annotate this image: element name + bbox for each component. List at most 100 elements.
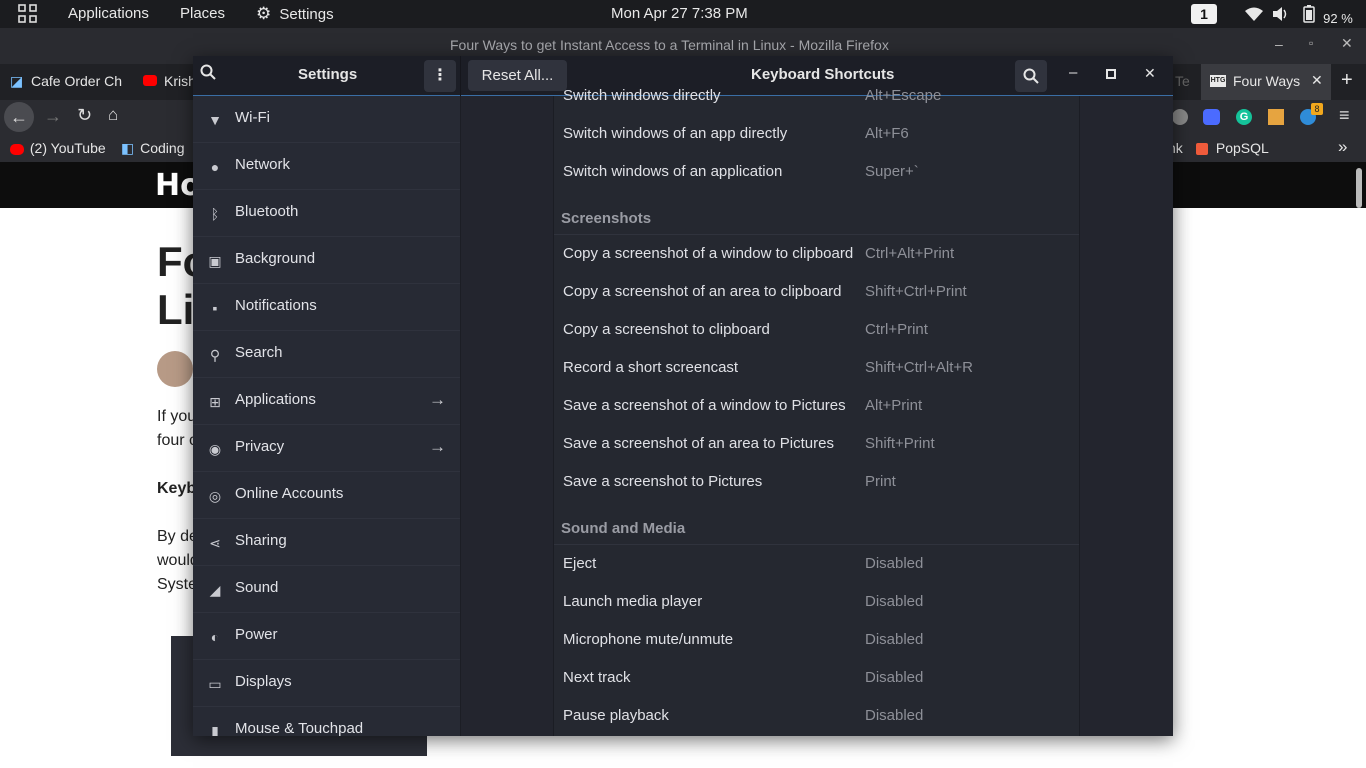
bookmark-coding[interactable]: ◧ Coding — [121, 140, 185, 157]
hamburger-menu-icon[interactable]: ≡ — [1339, 105, 1350, 126]
shortcut-row[interactable]: Eject Disabled — [554, 545, 1079, 583]
places-menu[interactable]: Places — [180, 0, 225, 28]
shortcut-row[interactable]: Switch windows directly Alt+Escape — [554, 77, 1079, 115]
sidebar-item-notifications[interactable]: ▪ Notifications — [193, 284, 460, 331]
back-button[interactable]: ← — [4, 102, 34, 132]
shortcut-name: Eject — [563, 555, 597, 572]
shortcut-row[interactable]: Copy a screenshot to clipboard Ctrl+Prin… — [554, 311, 1079, 349]
shortcut-row[interactable]: Launch media player Disabled — [554, 583, 1079, 621]
more-bookmarks-icon[interactable]: » — [1338, 137, 1347, 157]
clock[interactable]: Mon Apr 27 7:38 PM — [611, 0, 748, 28]
battery-indicator[interactable]: 92 % — [1303, 0, 1353, 28]
sidebar-item-background[interactable]: ▣ Background — [193, 237, 460, 284]
shortcut-row[interactable]: Record a short screencast Shift+Ctrl+Alt… — [554, 349, 1079, 387]
sidebar-item-mouse-touchpad[interactable]: ▮ Mouse & Touchpad — [193, 707, 460, 736]
shortcut-row[interactable]: Pause playback Disabled — [554, 697, 1079, 735]
shortcut-name: Copy a screenshot of a window to clipboa… — [563, 245, 854, 262]
shortcut-name: Launch media player — [563, 593, 703, 610]
new-tab-button[interactable]: + — [1341, 69, 1353, 92]
sidebar-item-label: Online Accounts — [235, 485, 344, 502]
applications-menu[interactable]: Applications — [68, 0, 149, 28]
section-heading-screenshots: Screenshots — [561, 210, 652, 227]
tab-label: Krish — [164, 73, 196, 89]
sidebar-item-wifi[interactable]: ▼ Wi-Fi — [193, 96, 460, 143]
sidebar-search-button[interactable] — [200, 64, 216, 85]
extension-count-badge: 8 — [1311, 103, 1323, 115]
sidebar-item-displays[interactable]: ▭ Displays — [193, 660, 460, 707]
ff-maximize-button[interactable]: ▫ — [1309, 36, 1313, 50]
tab-terminal[interactable]: Te — [1173, 64, 1201, 100]
reset-all-button[interactable]: Reset All... — [468, 60, 567, 91]
shortcut-name: Save a screenshot to Pictures — [563, 473, 763, 490]
bookmark-popsql[interactable]: PopSQL — [1196, 140, 1269, 156]
settings-app-label: Settings — [279, 6, 334, 23]
network-icon: ● — [210, 159, 220, 175]
sidebar-item-power[interactable]: ◐ Power — [193, 613, 460, 660]
shortcut-name: Record a short screencast — [563, 359, 739, 376]
sidebar-item-label: Bluetooth — [235, 203, 299, 220]
account-icon[interactable] — [1172, 109, 1188, 125]
reload-button[interactable]: ↻ — [77, 105, 92, 126]
tab-four-ways-active[interactable]: HTG Four Ways ✕ — [1201, 64, 1331, 100]
article-title-line-2: Li — [157, 286, 195, 333]
sidebar-item-sound[interactable]: ◢ Sound — [193, 566, 460, 613]
wifi-status-icon[interactable] — [1244, 0, 1264, 28]
sidebar-item-network[interactable]: ● Network — [193, 143, 460, 190]
home-button[interactable]: ⌂ — [108, 105, 118, 125]
shortcut-row[interactable]: Copy a screenshot of a window to clipboa… — [554, 235, 1079, 273]
shortcut-row[interactable]: Save a screenshot of a window to Picture… — [554, 387, 1079, 425]
sidebar-item-privacy[interactable]: ◉ Privacy → — [193, 425, 460, 472]
shortcut-row[interactable]: Switch windows of an application Super+` — [554, 153, 1079, 191]
header-divider — [460, 56, 461, 96]
shortcut-keys: Disabled — [865, 555, 924, 572]
sidebar-item-label: Network — [235, 156, 291, 173]
shortcut-row[interactable]: Switch windows of an app directly Alt+F6 — [554, 115, 1079, 153]
article-text: Syste — [157, 576, 198, 593]
sidebar-item-sharing[interactable]: ⋖ Sharing — [193, 519, 460, 566]
sidebar-item-label: Power — [235, 626, 278, 643]
extension-icon[interactable] — [1268, 109, 1284, 125]
maximize-button[interactable] — [1106, 69, 1116, 79]
article-subheading: Keyb — [157, 480, 197, 497]
settings-app-menu[interactable]: ⚙ Settings — [256, 0, 334, 28]
volume-icon[interactable] — [1272, 0, 1290, 28]
shortcut-row[interactable]: Save a screenshot of an area to Pictures… — [554, 425, 1079, 463]
forward-button[interactable]: → — [44, 106, 62, 127]
battery-percent: 92 % — [1323, 11, 1353, 26]
workspace-badge: 1 — [1191, 4, 1217, 24]
grammarly-icon[interactable]: G — [1236, 109, 1252, 125]
shortcut-keys: Ctrl+Print — [865, 321, 928, 338]
workspace-indicator[interactable]: 1 — [1191, 0, 1217, 28]
sidebar-item-online-accounts[interactable]: ◎ Online Accounts — [193, 472, 460, 519]
sidebar-item-search[interactable]: ⚲ Search — [193, 331, 460, 378]
author-avatar[interactable] — [157, 351, 193, 387]
arrow-right-icon: → — [429, 390, 446, 409]
sidebar-item-bluetooth[interactable]: ᛒ Bluetooth — [193, 190, 460, 237]
privacy-icon: ◉ — [208, 441, 222, 457]
bookmark-youtube[interactable]: (2) YouTube — [10, 140, 106, 156]
top-panel: Applications Places ⚙ Settings Mon Apr 2… — [0, 0, 1366, 28]
shortcut-row[interactable]: Save a screenshot to Pictures Print — [554, 463, 1079, 501]
battery-icon — [1303, 5, 1315, 23]
tab-youtube[interactable]: Krish — [136, 64, 196, 100]
youtube-icon — [143, 75, 157, 86]
close-tab-icon[interactable]: ✕ — [1311, 72, 1323, 89]
app-grid-icon[interactable] — [18, 0, 38, 28]
sidebar-item-applications[interactable]: ⊞ Applications → — [193, 378, 460, 425]
zoom-extension-icon[interactable] — [1203, 109, 1220, 125]
shortcut-keys: Alt+Print — [865, 397, 923, 414]
sidebar-title: Settings — [298, 66, 358, 83]
shortcut-row[interactable]: Microphone mute/unmute Disabled — [554, 621, 1079, 659]
youtube-icon — [10, 143, 24, 155]
sidebar-item-label: Displays — [235, 673, 292, 690]
sidebar-item-label: Privacy — [235, 438, 285, 455]
page-scrollbar[interactable] — [1356, 168, 1362, 208]
ff-minimize-button[interactable]: – — [1275, 36, 1283, 52]
shortcut-row[interactable]: Next track Disabled — [554, 659, 1079, 697]
search-icon: ⚲ — [209, 347, 221, 363]
tab-cafe-order[interactable]: ◪ Cafe Order Ch — [0, 64, 136, 100]
close-button[interactable]: ✕ — [1144, 65, 1156, 82]
shortcut-row[interactable]: Copy a screenshot of an area to clipboar… — [554, 273, 1079, 311]
ff-close-button[interactable]: ✕ — [1341, 35, 1353, 52]
menu-button[interactable]: ⋮ — [424, 60, 456, 92]
